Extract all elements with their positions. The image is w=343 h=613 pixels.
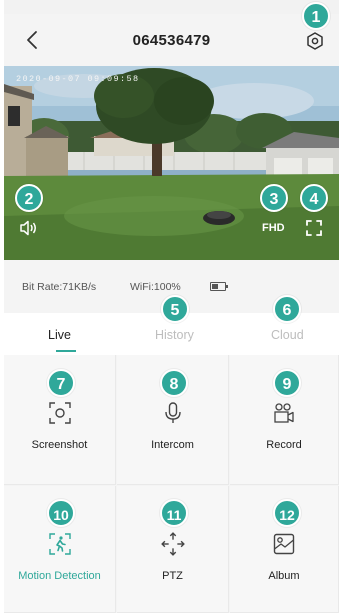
status-strip xyxy=(4,0,339,14)
tab-cloud[interactable]: Cloud xyxy=(271,328,304,342)
fullscreen-icon[interactable] xyxy=(305,219,323,237)
screenshot-icon xyxy=(48,402,71,424)
callout-badge-5: 5 xyxy=(161,295,189,323)
callout-badge-3: 3 xyxy=(260,184,288,212)
callout-badge-7: 7 xyxy=(47,369,75,397)
callout-badge-2: 2 xyxy=(15,184,43,212)
battery-icon xyxy=(210,282,228,291)
speaker-volume-icon[interactable] xyxy=(18,218,38,238)
video-camera-icon xyxy=(274,403,294,423)
callout-badge-6: 6 xyxy=(273,295,301,323)
callout-badge-8: 8 xyxy=(160,369,188,397)
callout-badge-1: 1 xyxy=(302,2,330,30)
camera-view-image xyxy=(4,66,339,260)
video-timestamp: 2020-09-07 09:09:58 xyxy=(16,74,140,84)
callout-badge-11: 11 xyxy=(160,499,188,527)
ptz-arrows-icon xyxy=(160,532,185,556)
screenshot-label: Screenshot xyxy=(31,439,88,451)
callout-badge-12: 12 xyxy=(273,499,301,527)
wifi-strength-text: WiFi:100% xyxy=(130,281,181,293)
device-id-title: 064536479 xyxy=(132,32,211,49)
callout-badge-10: 10 xyxy=(47,499,75,527)
live-video-feed[interactable]: 2020-09-07 09:09:58 xyxy=(4,66,339,260)
microphone-icon xyxy=(164,402,181,423)
record-label: Record xyxy=(266,439,302,451)
callout-badge-4: 4 xyxy=(300,184,328,212)
album-label: Album xyxy=(268,570,300,582)
active-tab-indicator xyxy=(56,350,76,352)
quality-fhd-button[interactable]: FHD xyxy=(262,222,285,234)
intercom-label: Intercom xyxy=(151,439,194,451)
tab-live[interactable]: Live xyxy=(48,328,71,342)
motion-detection-icon xyxy=(48,533,71,555)
album-icon xyxy=(273,533,295,555)
top-bar: 064536479 xyxy=(4,14,339,66)
motion-detection-label: Motion Detection xyxy=(18,570,101,582)
bitrate-text: Bit Rate:71KB/s xyxy=(22,281,97,293)
callout-badge-9: 9 xyxy=(273,369,301,397)
ptz-label: PTZ xyxy=(162,570,183,582)
settings-icon[interactable] xyxy=(305,31,325,51)
tab-history[interactable]: History xyxy=(155,328,194,342)
